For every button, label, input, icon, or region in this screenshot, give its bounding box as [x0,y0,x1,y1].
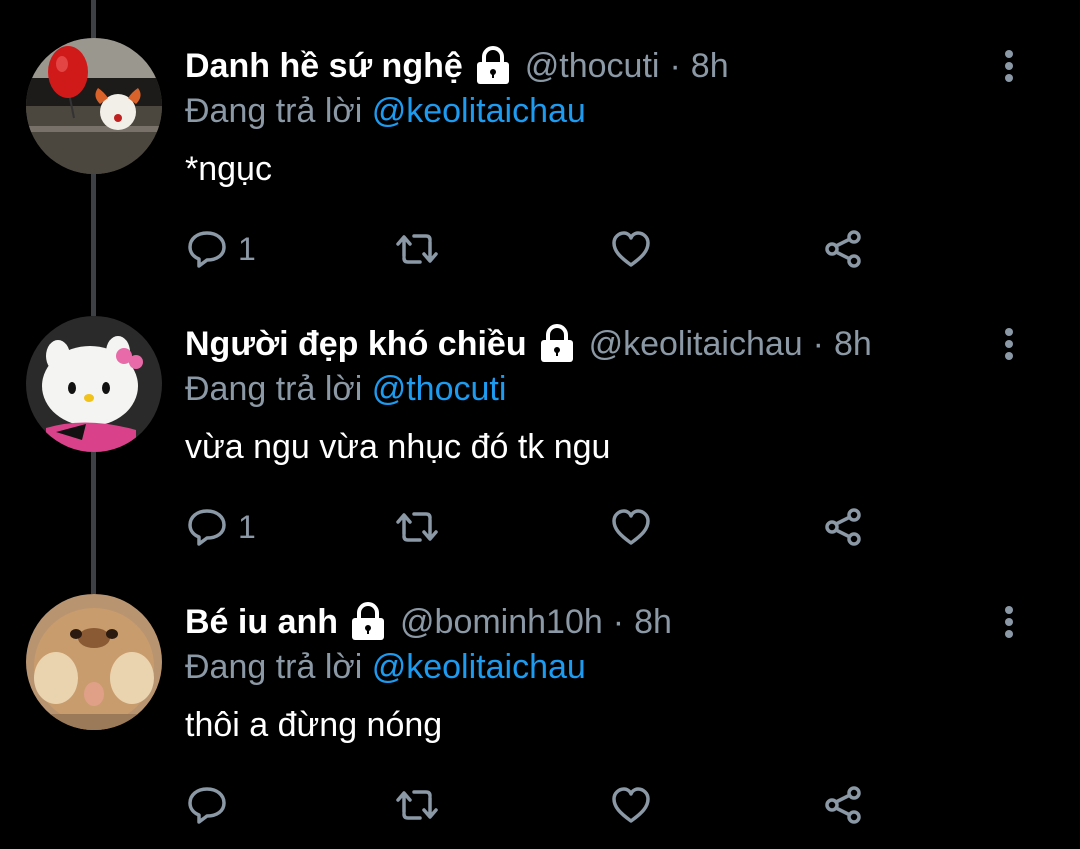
lock-icon [348,602,388,642]
retweet-button[interactable] [396,504,448,550]
reply-button[interactable]: 1 [186,226,256,272]
tweet-text: vừa ngu vừa nhục đó tk ngu [185,428,611,466]
replying-to: Đang trả lời @thocuti [185,370,506,409]
timestamp[interactable]: 8h [634,603,672,642]
heart-icon [612,509,650,545]
tweet[interactable]: Bé iu anh @bominh10h · 8h Đang trả lời @… [0,556,1080,834]
reply-count: 1 [238,230,256,267]
retweet-icon [396,512,438,542]
tweet-actions: 1 [186,226,886,272]
retweet-icon [396,790,438,820]
tweet-actions: 1 [186,504,886,550]
reply-icon [188,509,226,546]
replying-to: Đang trả lời @keolitaichau [185,648,586,687]
retweet-icon [396,234,438,264]
reply-icon [188,787,226,824]
retweet-button[interactable] [396,226,448,272]
like-button[interactable] [610,782,662,828]
lock-icon [473,46,513,86]
share-button[interactable] [822,226,864,272]
user-handle[interactable]: @bominh10h [400,603,603,642]
lock-icon [537,324,577,364]
share-button[interactable] [822,504,864,550]
tweet-header: Bé iu anh @bominh10h · 8h [185,600,672,644]
avatar[interactable] [26,594,162,730]
mention-link[interactable]: @keolitaichau [372,648,586,686]
share-icon [825,508,861,546]
replying-to-label: Đang trả lời [185,370,363,408]
reply-button[interactable]: 1 [186,504,256,550]
display-name[interactable]: Danh hề sứ nghệ [185,47,463,86]
avatar[interactable] [26,38,162,174]
tweet[interactable]: Danh hề sứ nghệ @thocuti · 8h Đang trả l… [0,0,1080,278]
replying-to-label: Đang trả lời [185,92,363,130]
tweet[interactable]: Người đẹp khó chiều @keolitaichau · 8h Đ… [0,278,1080,556]
user-handle[interactable]: @keolitaichau [589,325,803,364]
timestamp[interactable]: 8h [834,325,872,364]
separator-dot: · [669,46,681,85]
separator-dot: · [812,324,824,363]
share-icon [825,230,861,268]
avatar[interactable] [26,316,162,452]
retweet-button[interactable] [396,782,448,828]
replying-to-label: Đang trả lời [185,648,363,686]
heart-icon [612,231,650,267]
display-name[interactable]: Bé iu anh [185,603,338,642]
mention-link[interactable]: @thocuti [372,370,507,408]
timestamp[interactable]: 8h [691,47,729,86]
tweet-header: Người đẹp khó chiều @keolitaichau · 8h [185,322,872,366]
separator-dot: · [612,602,625,641]
share-button[interactable] [822,782,864,828]
share-icon [825,786,861,824]
replying-to: Đang trả lời @keolitaichau [185,92,586,131]
heart-icon [612,787,650,823]
tweet-header: Danh hề sứ nghệ @thocuti · 8h [185,44,729,88]
tweet-text: *ngục [185,150,272,188]
like-button[interactable] [610,504,662,550]
more-options-button[interactable] [994,46,1024,86]
display-name[interactable]: Người đẹp khó chiều [185,325,527,364]
more-options-button[interactable] [994,602,1024,642]
user-handle[interactable]: @thocuti [525,47,660,86]
reply-count: 1 [238,508,256,545]
reply-button[interactable] [186,782,238,828]
mention-link[interactable]: @keolitaichau [372,92,586,130]
tweet-text: thôi a đừng nóng [185,706,443,744]
like-button[interactable] [610,226,662,272]
reply-icon [188,231,226,268]
more-options-button[interactable] [994,324,1024,364]
tweet-actions [186,782,886,828]
